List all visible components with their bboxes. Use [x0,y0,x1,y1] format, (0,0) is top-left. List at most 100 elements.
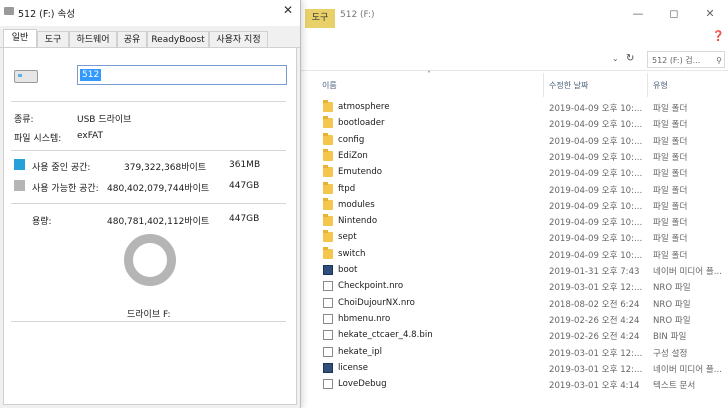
divider [11,101,286,102]
file-type: NRO 파일 [653,283,691,294]
file-date: 2019-02-26 오전 4:24 [549,315,640,326]
file-row[interactable]: config 2019-04-09 오후 10:... 파일 폴더 [318,132,728,149]
file-date: 2019-04-09 오후 10:... [549,104,643,114]
file-icon [323,379,333,390]
file-row[interactable]: boot 2019-01-31 오후 7:43 네이버 미디어 플... [318,263,728,279]
ribbon-tab-tools[interactable]: 도구 [305,9,335,28]
volume-name-text: 512 [80,69,102,81]
folder-icon [323,197,333,210]
folder-icon [323,100,333,112]
file-date: 2019-03-01 오후 12:... [549,364,643,375]
tab-tools[interactable]: 도구 [37,31,69,47]
file-row[interactable]: ChoiDujourNX.nro 2018-08-02 오전 6:24 NRO 파일 [318,296,728,312]
drive-icon [4,7,14,15]
file-row[interactable]: license 2019-03-01 오후 12:... 네이버 미디어 플... [318,361,728,377]
properties-dialog: 512 (F:) 속성 ✕ 일반 도구 하드웨어 공유 ReadyBoost 사… [0,0,301,408]
file-name: hekate_ipl [338,346,383,357]
file-type: 파일 폴더 [653,169,688,180]
file-name: switch [338,248,366,259]
divider [11,203,286,204]
column-header-name[interactable]: 이름 [322,80,337,91]
ribbon [300,30,728,46]
file-row[interactable]: hekate_ctcaer_4.8.bin 2019-02-26 오전 4:24 B… [318,328,728,344]
type-value: USB 드라이브 [77,115,132,125]
minimize-button[interactable]: — [628,6,648,22]
column-separator[interactable] [647,73,648,97]
type-label: 종류: [14,115,34,125]
close-icon[interactable]: ✕ [283,3,293,17]
file-name: license [338,362,368,373]
search-input[interactable]: 512 (F:) 검... ⚲ [647,51,725,68]
maximize-button[interactable]: ◻ [664,6,684,22]
tab-general[interactable]: 일반 [3,29,37,48]
file-date: 2018-08-02 오전 6:24 [549,299,640,310]
file-type: 파일 폴더 [653,201,688,212]
folder-icon [323,230,333,243]
volume-name-input[interactable]: 512 [77,65,287,85]
free-space-bytes: 480,402,079,744바이트 [107,184,210,194]
file-date: 2019-04-09 오후 10:... [549,152,643,163]
file-name: config [338,134,365,145]
tab-hardware[interactable]: 하드웨어 [69,31,117,47]
file-type: 네이버 미디어 플... [653,364,723,375]
used-space-size: 361MB [229,160,261,170]
file-row[interactable]: Emutendo 2019-04-09 오후 10:... 파일 폴더 [318,165,728,181]
used-space-label: 사용 중인 공간: [32,163,91,173]
file-name: sept [338,232,357,243]
free-space-swatch [14,180,25,191]
file-type: 텍스트 문서 [653,381,696,392]
search-icon: ⚲ [716,56,722,65]
file-row[interactable]: LoveDebug 2019-03-01 오후 4:14 텍스트 문서 [318,377,728,393]
folder-icon [323,165,333,178]
file-row[interactable]: EdiZon 2019-04-09 오후 10:... 파일 폴더 [318,148,728,165]
tab-sharing[interactable]: 공유 [117,31,147,47]
folder-icon [323,246,333,259]
file-type: NRO 파일 [653,299,691,310]
file-row[interactable]: Nintendo 2019-04-09 오후 10:... 파일 폴더 [318,214,728,230]
media-file-icon [323,265,333,275]
file-type: 파일 폴더 [653,185,688,196]
tab-customize[interactable]: 사용자 지정 [209,31,268,47]
file-date: 2019-04-09 오후 10:... [549,201,643,212]
file-row[interactable]: bootloader 2019-04-09 오후 10:... 파일 폴더 [318,116,728,132]
file-row[interactable]: hekate_ipl 2019-03-01 오후 12:... 구성 설정 [318,345,728,361]
file-row[interactable]: ftpd 2019-04-09 오후 10:... 파일 폴더 [318,181,728,198]
file-row[interactable]: modules 2019-04-09 오후 10:... 파일 폴더 [318,197,728,214]
file-row[interactable]: Checkpoint.nro 2019-03-01 오후 12:... NRO 파일 [318,279,728,295]
column-separator[interactable] [543,73,544,97]
capacity-size: 447GB [229,214,260,224]
dialog-title: 512 (F:) 속성 [18,9,75,20]
help-icon[interactable]: ❓ [712,31,724,42]
chevron-down-icon[interactable]: ⌄ [612,54,619,63]
tab-readyboost[interactable]: ReadyBoost [147,31,209,47]
refresh-icon[interactable]: ↻ [626,53,634,64]
folder-icon [323,148,333,161]
column-header-type[interactable]: 유형 [653,80,668,91]
drive-letter-label: 드라이브 F: [127,310,171,320]
folder-icon [323,132,333,145]
file-name: ChoiDujourNX.nro [338,297,415,308]
used-space-swatch [14,159,25,170]
file-type: 구성 설정 [653,348,688,359]
file-date: 2019-03-01 오후 12:... [549,283,643,294]
file-icon [323,281,333,292]
file-type: 파일 폴더 [653,104,688,114]
file-name: LoveDebug [338,379,387,390]
file-row[interactable]: sept 2019-04-09 오후 10:... 파일 폴더 [318,230,728,246]
file-row[interactable]: hbmenu.nro 2019-02-26 오전 4:24 NRO 파일 [318,312,728,328]
column-header-date[interactable]: 수정한 날짜 [549,80,588,91]
folder-icon [323,181,333,194]
file-date: 2019-04-09 오후 10:... [549,185,643,196]
file-name: bootloader [338,118,385,129]
file-date: 2019-03-01 오후 12:... [549,348,643,359]
close-button[interactable]: ✕ [700,6,720,22]
file-date: 2019-04-09 오후 10:... [549,218,643,229]
file-row[interactable]: atmosphere 2019-04-09 오후 10:... 파일 폴더 [318,100,728,116]
capacity-bytes: 480,781,402,112바이트 [107,217,210,227]
used-space-bytes: 379,322,368바이트 [124,163,207,173]
file-name: Emutendo [338,167,383,178]
file-icon [323,297,333,308]
file-row[interactable]: switch 2019-04-09 오후 10:... 파일 폴더 [318,246,728,263]
file-type: 파일 폴더 [653,234,688,245]
scrollbar[interactable] [720,98,728,408]
